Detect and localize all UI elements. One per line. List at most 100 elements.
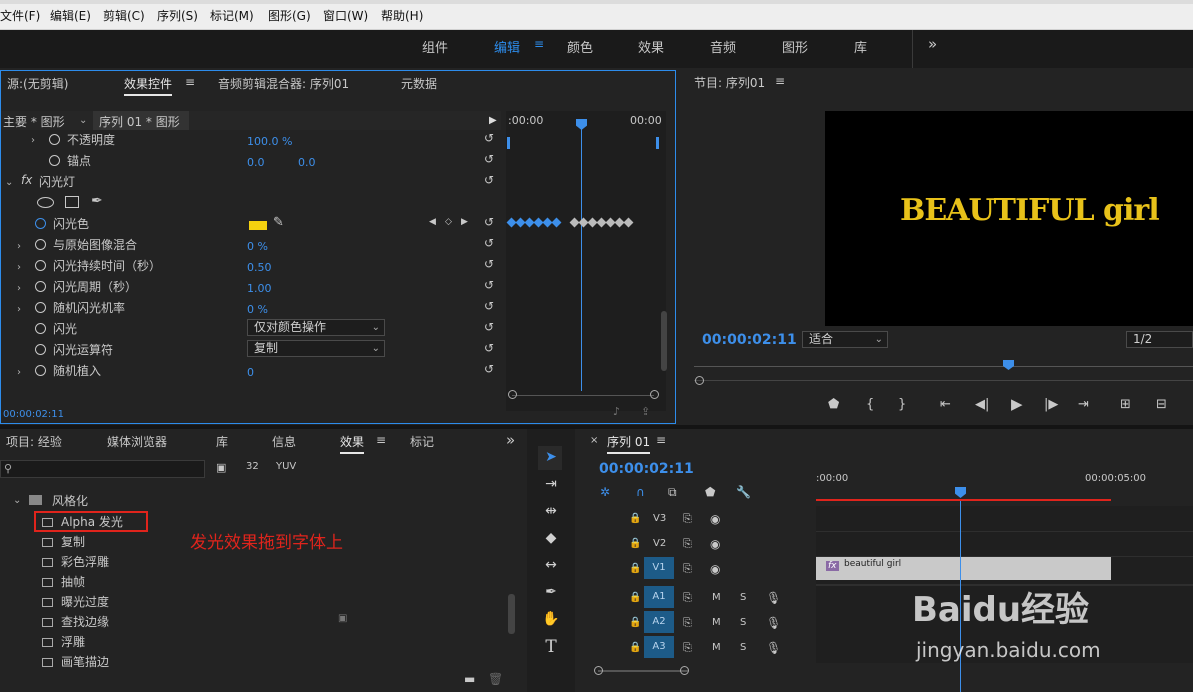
next-keyframe-icon[interactable]: ▶ bbox=[461, 217, 468, 227]
effect-solarize[interactable]: 曝光过度 bbox=[42, 593, 109, 610]
timeline-playhead[interactable] bbox=[955, 487, 966, 498]
reset-icon[interactable]: ↺ bbox=[484, 174, 496, 186]
stopwatch-active-icon[interactable] bbox=[35, 218, 46, 229]
eye-icon[interactable]: ◉ bbox=[710, 537, 720, 551]
eye-icon[interactable]: ◉ bbox=[710, 562, 720, 576]
breadcrumb-master[interactable]: 主要 * 图形 bbox=[3, 113, 65, 130]
track-v2-label[interactable]: V2 bbox=[653, 538, 666, 549]
step-forward-icon[interactable]: |▶ bbox=[1044, 397, 1058, 412]
go-to-out-icon[interactable]: ⇥ bbox=[1078, 397, 1089, 412]
keyframe[interactable] bbox=[623, 217, 634, 228]
effect-find-edges[interactable]: 查找边缘 bbox=[42, 613, 109, 630]
step-back-icon[interactable]: ◀| bbox=[975, 397, 989, 412]
expand-icon[interactable]: › bbox=[17, 367, 21, 378]
value-random-prob[interactable]: 0 % bbox=[247, 303, 268, 316]
stopwatch-icon[interactable] bbox=[35, 239, 46, 250]
close-sequence-icon[interactable]: × bbox=[590, 435, 598, 446]
tab-effects[interactable]: 效果 bbox=[340, 433, 365, 454]
timeline-zoom-bar[interactable] bbox=[598, 670, 688, 672]
stopwatch-icon[interactable] bbox=[35, 344, 46, 355]
sync-lock-icon[interactable]: ⎘ bbox=[683, 616, 692, 630]
effects-scrollbar[interactable] bbox=[508, 594, 515, 634]
work-area-bar[interactable] bbox=[816, 499, 1111, 501]
add-marker-icon[interactable]: ⬟ bbox=[705, 485, 715, 499]
stopwatch-icon[interactable] bbox=[35, 302, 46, 313]
type-tool-icon[interactable]: T bbox=[540, 636, 562, 658]
menu-graphics[interactable]: 图形(G) bbox=[268, 7, 311, 24]
ripple-edit-tool-icon[interactable]: ⇹ bbox=[540, 500, 562, 522]
prev-keyframe-icon[interactable]: ◀ bbox=[429, 217, 436, 227]
collapse-folder-icon[interactable]: ⌄ bbox=[13, 495, 21, 506]
reset-icon[interactable]: ↺ bbox=[484, 300, 496, 312]
wrench-icon[interactable]: 🔧 bbox=[736, 485, 751, 499]
workspace-more-button[interactable]: » bbox=[928, 35, 937, 53]
stopwatch-icon[interactable] bbox=[49, 155, 60, 166]
stopwatch-icon[interactable] bbox=[35, 365, 46, 376]
sync-lock-icon[interactable]: ⎘ bbox=[683, 537, 692, 551]
sync-lock-icon[interactable]: ⎘ bbox=[683, 591, 692, 605]
resolution-dropdown[interactable]: 1/2 bbox=[1126, 331, 1193, 348]
reset-icon[interactable]: ↺ bbox=[484, 216, 496, 228]
pen-tool-icon[interactable]: ✒ bbox=[540, 581, 562, 603]
breadcrumb-sequence[interactable]: 序列 01 * 图形 bbox=[99, 113, 180, 130]
eyedropper-icon[interactable]: ✎ bbox=[273, 215, 284, 230]
strobe-mode-dropdown[interactable]: 仅对颜色操作 ⌄ bbox=[247, 319, 385, 336]
program-zoom-handle[interactable] bbox=[695, 376, 704, 385]
menu-edit[interactable]: 编辑(E) bbox=[50, 7, 91, 24]
tab-source[interactable]: 源:(无剪辑) bbox=[7, 75, 68, 92]
add-marker-icon[interactable]: ⬟ bbox=[828, 397, 839, 412]
workspace-menu-icon[interactable]: ≡ bbox=[534, 37, 544, 51]
reset-icon[interactable]: ↺ bbox=[484, 363, 496, 375]
timeline-clip[interactable]: fx beautiful girl bbox=[816, 557, 1111, 580]
workspace-assembly[interactable]: 组件 bbox=[422, 37, 448, 56]
program-timecode[interactable]: 00:00:02:11 bbox=[702, 332, 797, 348]
menu-sequence[interactable]: 序列(S) bbox=[157, 7, 198, 24]
slip-tool-icon[interactable]: ↔ bbox=[540, 554, 562, 576]
track-a1-label[interactable]: A1 bbox=[644, 586, 674, 608]
linked-selection-icon[interactable]: ⧉ bbox=[668, 485, 677, 500]
solo-button[interactable]: S bbox=[740, 592, 746, 603]
stopwatch-icon[interactable] bbox=[35, 260, 46, 271]
accelerated-effects-icon[interactable]: ▣ bbox=[216, 461, 226, 474]
go-to-in-icon[interactable]: ⇤ bbox=[940, 397, 951, 412]
play-only-icon[interactable]: ▶ bbox=[489, 115, 497, 126]
operator-dropdown[interactable]: 复制 ⌄ bbox=[247, 340, 385, 357]
value-anchor-y[interactable]: 0.0 bbox=[298, 156, 316, 169]
extract-icon[interactable]: ⊟ bbox=[1156, 397, 1167, 412]
lock-icon[interactable]: 🔒 bbox=[629, 538, 641, 549]
sync-lock-icon[interactable]: ⎘ bbox=[683, 641, 692, 655]
export-frame-icon[interactable]: ⇪ bbox=[641, 405, 650, 418]
tab-audio-clip-mixer[interactable]: 音频剪辑混合器: 序列01 bbox=[218, 75, 349, 92]
stopwatch-icon[interactable] bbox=[35, 281, 46, 292]
eye-icon[interactable]: ◉ bbox=[710, 512, 720, 526]
keyframe[interactable] bbox=[551, 217, 562, 228]
mute-button[interactable]: M bbox=[712, 642, 721, 653]
program-viewer[interactable]: BEAUTIFUL girl bbox=[825, 111, 1193, 326]
workspace-effects[interactable]: 效果 bbox=[638, 37, 664, 56]
workspace-libraries[interactable]: 库 bbox=[854, 37, 867, 56]
program-title[interactable]: 节目: 序列01 bbox=[694, 74, 765, 91]
track-v3-label[interactable]: V3 bbox=[653, 513, 666, 524]
ellipse-mask-icon[interactable] bbox=[37, 197, 54, 208]
effect-controls-menu-icon[interactable]: ≡ bbox=[185, 75, 195, 89]
tab-media-browser[interactable]: 媒体浏览器 bbox=[107, 433, 167, 450]
collapse-strobe-icon[interactable]: ⌄ bbox=[5, 177, 13, 188]
tab-libraries[interactable]: 库 bbox=[216, 433, 228, 450]
microphone-icon[interactable]: 🎙 bbox=[766, 641, 781, 655]
menu-file[interactable]: 文件(F) bbox=[0, 7, 40, 24]
mute-button[interactable]: M bbox=[712, 592, 721, 603]
solo-button[interactable]: S bbox=[740, 642, 746, 653]
new-bin-icon[interactable]: ▬ bbox=[464, 672, 475, 686]
hand-tool-icon[interactable]: ✋ bbox=[540, 608, 562, 630]
reset-icon[interactable]: ↺ bbox=[484, 279, 496, 291]
effect-color-emboss[interactable]: 彩色浮雕 bbox=[42, 553, 109, 570]
fit-dropdown[interactable]: 适合 ⌄ bbox=[802, 331, 888, 348]
ec-zoom-handle-left[interactable] bbox=[508, 390, 517, 399]
microphone-icon[interactable]: 🎙 bbox=[766, 591, 781, 605]
reset-icon[interactable]: ↺ bbox=[484, 258, 496, 270]
mute-button[interactable]: M bbox=[712, 617, 721, 628]
track-v1-label[interactable]: V1 bbox=[644, 557, 674, 579]
ec-zoom-handle-right[interactable] bbox=[650, 390, 659, 399]
yuv-effects-icon[interactable]: YUV bbox=[276, 461, 296, 472]
ec-scrollbar[interactable] bbox=[661, 311, 667, 371]
